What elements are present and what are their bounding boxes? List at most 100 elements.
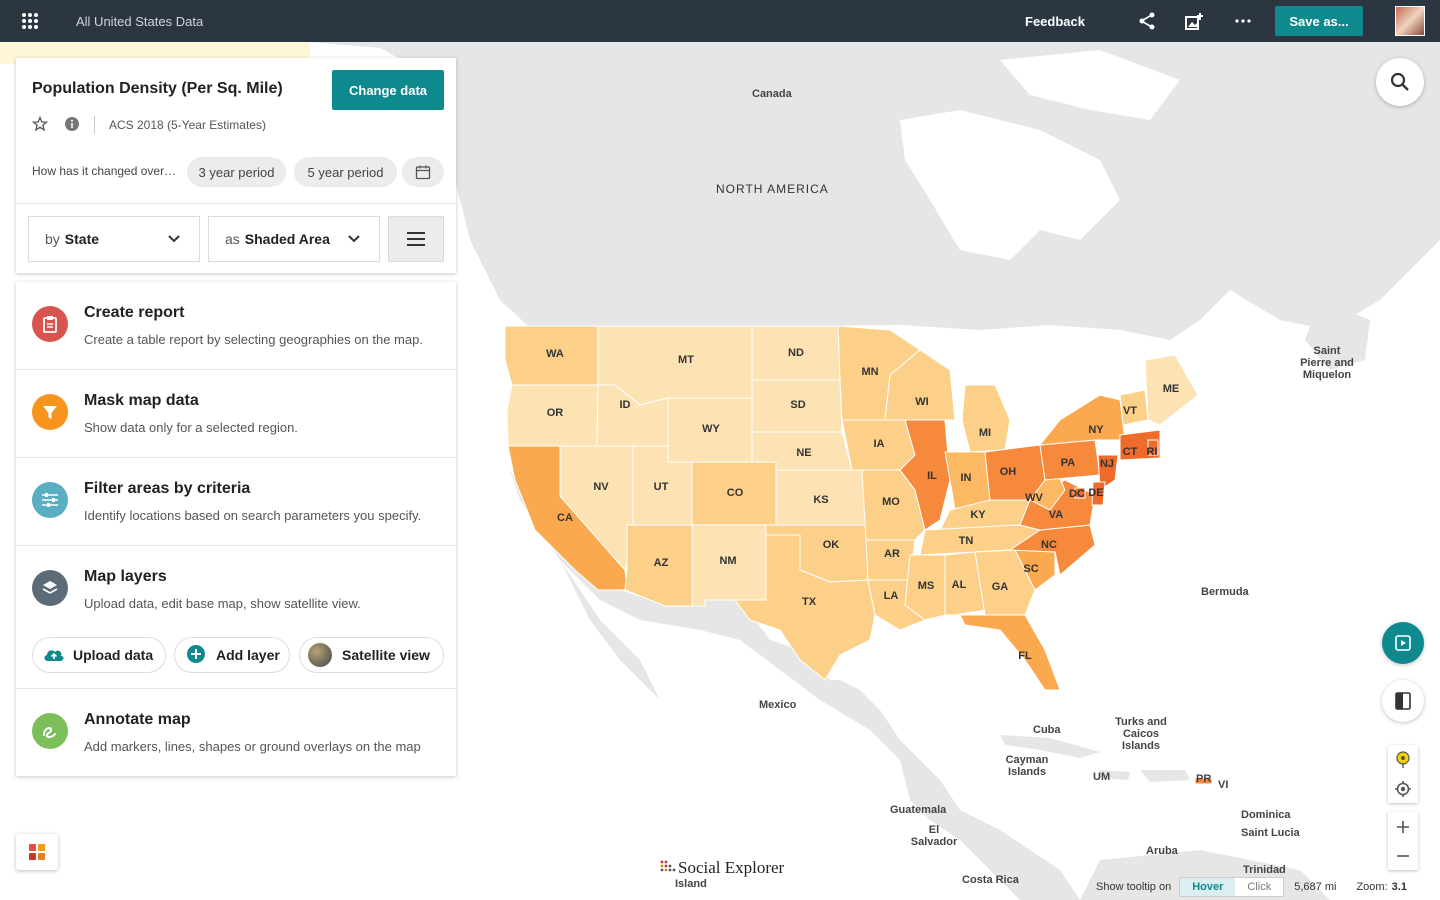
- hamburger-menu-button[interactable]: [388, 216, 444, 262]
- split-view-icon: [1395, 692, 1411, 710]
- mask-map-data-item[interactable]: Mask map data Show data only for a selec…: [16, 370, 456, 457]
- meta-divider: [94, 116, 95, 134]
- state-label-nj: NJ: [1100, 458, 1114, 470]
- state-label-il: IL: [927, 470, 937, 482]
- dataset-title: Population Density (Per Sq. Mile): [32, 80, 283, 97]
- calendar-icon[interactable]: [402, 157, 444, 187]
- state-label-mi: MI: [979, 427, 991, 439]
- state-label-ct: CT: [1123, 446, 1138, 458]
- tool-title[interactable]: Map layers: [84, 568, 167, 586]
- cloud-upload-icon: [43, 646, 65, 665]
- state-label-ut: UT: [654, 481, 669, 493]
- state-label-dc: DC: [1069, 488, 1085, 500]
- dropdown-prefix: by: [45, 231, 60, 247]
- satellite-thumbnail-icon: [308, 643, 332, 667]
- state-label-oh: OH: [1000, 466, 1017, 478]
- state-label-or: OR: [547, 407, 564, 419]
- logo-dots-icon: [660, 860, 676, 872]
- tool-desc: Create a table report by selecting geogr…: [84, 332, 423, 347]
- annotate-map-item[interactable]: Annotate map Add markers, lines, shapes …: [16, 689, 456, 776]
- info-icon[interactable]: [64, 116, 80, 135]
- divider: [16, 203, 456, 204]
- state-label-ar: AR: [884, 548, 900, 560]
- feedback-button[interactable]: Feedback: [1025, 14, 1085, 29]
- state-label-ca: CA: [557, 512, 573, 524]
- tooltip-hover-option[interactable]: Hover: [1180, 878, 1236, 896]
- chip-5-year-period[interactable]: 5 year period: [294, 157, 397, 187]
- label-costa-rica: Costa Rica: [962, 874, 1019, 886]
- zoom-value: 3.1: [1391, 881, 1407, 893]
- add-layer-button[interactable]: Add layer: [174, 637, 290, 673]
- tool-title: Mask map data: [84, 392, 199, 409]
- state-label-mt: MT: [678, 354, 694, 366]
- apps-button[interactable]: [16, 834, 58, 870]
- satellite-view-label: Satellite view: [342, 647, 430, 663]
- pin-icon[interactable]: [1388, 745, 1418, 774]
- apps-icon: [29, 844, 45, 860]
- state-label-in: IN: [961, 472, 972, 484]
- label-aruba: Aruba: [1146, 845, 1178, 857]
- zoom-label: Zoom:: [1356, 881, 1388, 893]
- add-layer-label: Add layer: [216, 647, 280, 663]
- plus-circle-icon: [186, 644, 206, 667]
- save-as-button[interactable]: Save as...: [1275, 6, 1363, 36]
- state-label-nv: NV: [593, 481, 609, 493]
- state-label-ia: IA: [874, 438, 885, 450]
- tool-desc: Upload data, edit base map, show satelli…: [84, 596, 361, 611]
- label-el-salvador: El Salvador: [910, 824, 958, 848]
- tool-desc: Add markers, lines, shapes or ground ove…: [84, 739, 421, 754]
- state-label-pa: PA: [1061, 457, 1076, 469]
- presentation-button[interactable]: [1382, 622, 1424, 664]
- change-data-button[interactable]: Change data: [332, 70, 444, 110]
- tooltip-click-option[interactable]: Click: [1235, 878, 1284, 896]
- dropdown-prefix: as: [225, 231, 240, 247]
- label-bermuda: Bermuda: [1201, 586, 1249, 598]
- share-icon[interactable]: [1123, 0, 1171, 42]
- dropdown-value: Shaded Area: [244, 231, 330, 247]
- label-saint-lucia: Saint Lucia: [1241, 827, 1300, 839]
- menu-icon: [407, 232, 425, 246]
- state-label-ny: NY: [1088, 424, 1104, 436]
- state-label-vt: VT: [1123, 405, 1137, 417]
- zoom-controls: [1388, 812, 1418, 870]
- filter-areas-item[interactable]: Filter areas by criteria Identify locati…: [16, 458, 456, 545]
- tooltip-label: Show tooltip on: [1096, 881, 1172, 893]
- label-dominica: Dominica: [1241, 809, 1291, 821]
- avatar[interactable]: [1395, 6, 1425, 36]
- state-label-wa: WA: [546, 348, 564, 360]
- search-icon: [1390, 72, 1409, 91]
- star-icon[interactable]: [31, 115, 49, 135]
- project-title[interactable]: All United States Data: [76, 14, 203, 29]
- state-label-nc: NC: [1041, 539, 1057, 551]
- zoom-out-icon[interactable]: [1388, 841, 1418, 870]
- geography-level-dropdown[interactable]: by State: [28, 216, 200, 262]
- upload-data-button[interactable]: Upload data: [32, 637, 166, 673]
- compare-view-button[interactable]: [1382, 680, 1424, 722]
- satellite-view-button[interactable]: Satellite view: [299, 637, 444, 673]
- state-label-wy: WY: [702, 423, 720, 435]
- layers-icon: [32, 570, 68, 606]
- data-source[interactable]: ACS 2018 (5-Year Estimates): [109, 118, 266, 132]
- location-controls: [1388, 745, 1418, 803]
- create-report-item[interactable]: Create report Create a table report by s…: [16, 282, 456, 369]
- label-trinidad: Trinidad: [1243, 864, 1286, 876]
- state-label-fl: FL: [1018, 650, 1032, 662]
- visualization-type-dropdown[interactable]: as Shaded Area: [208, 216, 380, 262]
- more-icon[interactable]: [1219, 0, 1267, 42]
- state-label-tx: TX: [802, 596, 817, 608]
- my-location-icon[interactable]: [1388, 774, 1418, 803]
- export-image-icon[interactable]: [1171, 0, 1219, 42]
- search-button[interactable]: [1376, 58, 1424, 106]
- chip-3-year-period[interactable]: 3 year period: [187, 157, 286, 187]
- label-vi: VI: [1218, 779, 1229, 791]
- tool-desc: Show data only for a selected region.: [84, 420, 298, 435]
- apps-grid-icon[interactable]: [0, 0, 60, 42]
- annotate-squiggle-icon: [32, 713, 68, 749]
- label-mexico: Mexico: [759, 699, 797, 711]
- zoom-in-icon[interactable]: [1388, 812, 1418, 841]
- state-label-sd: SD: [790, 399, 805, 411]
- state-label-ks: KS: [813, 494, 828, 506]
- state-label-va: VA: [1049, 509, 1064, 521]
- change-question: How has it changed over…: [32, 164, 177, 178]
- tooltip-toggle: Hover Click: [1179, 877, 1285, 897]
